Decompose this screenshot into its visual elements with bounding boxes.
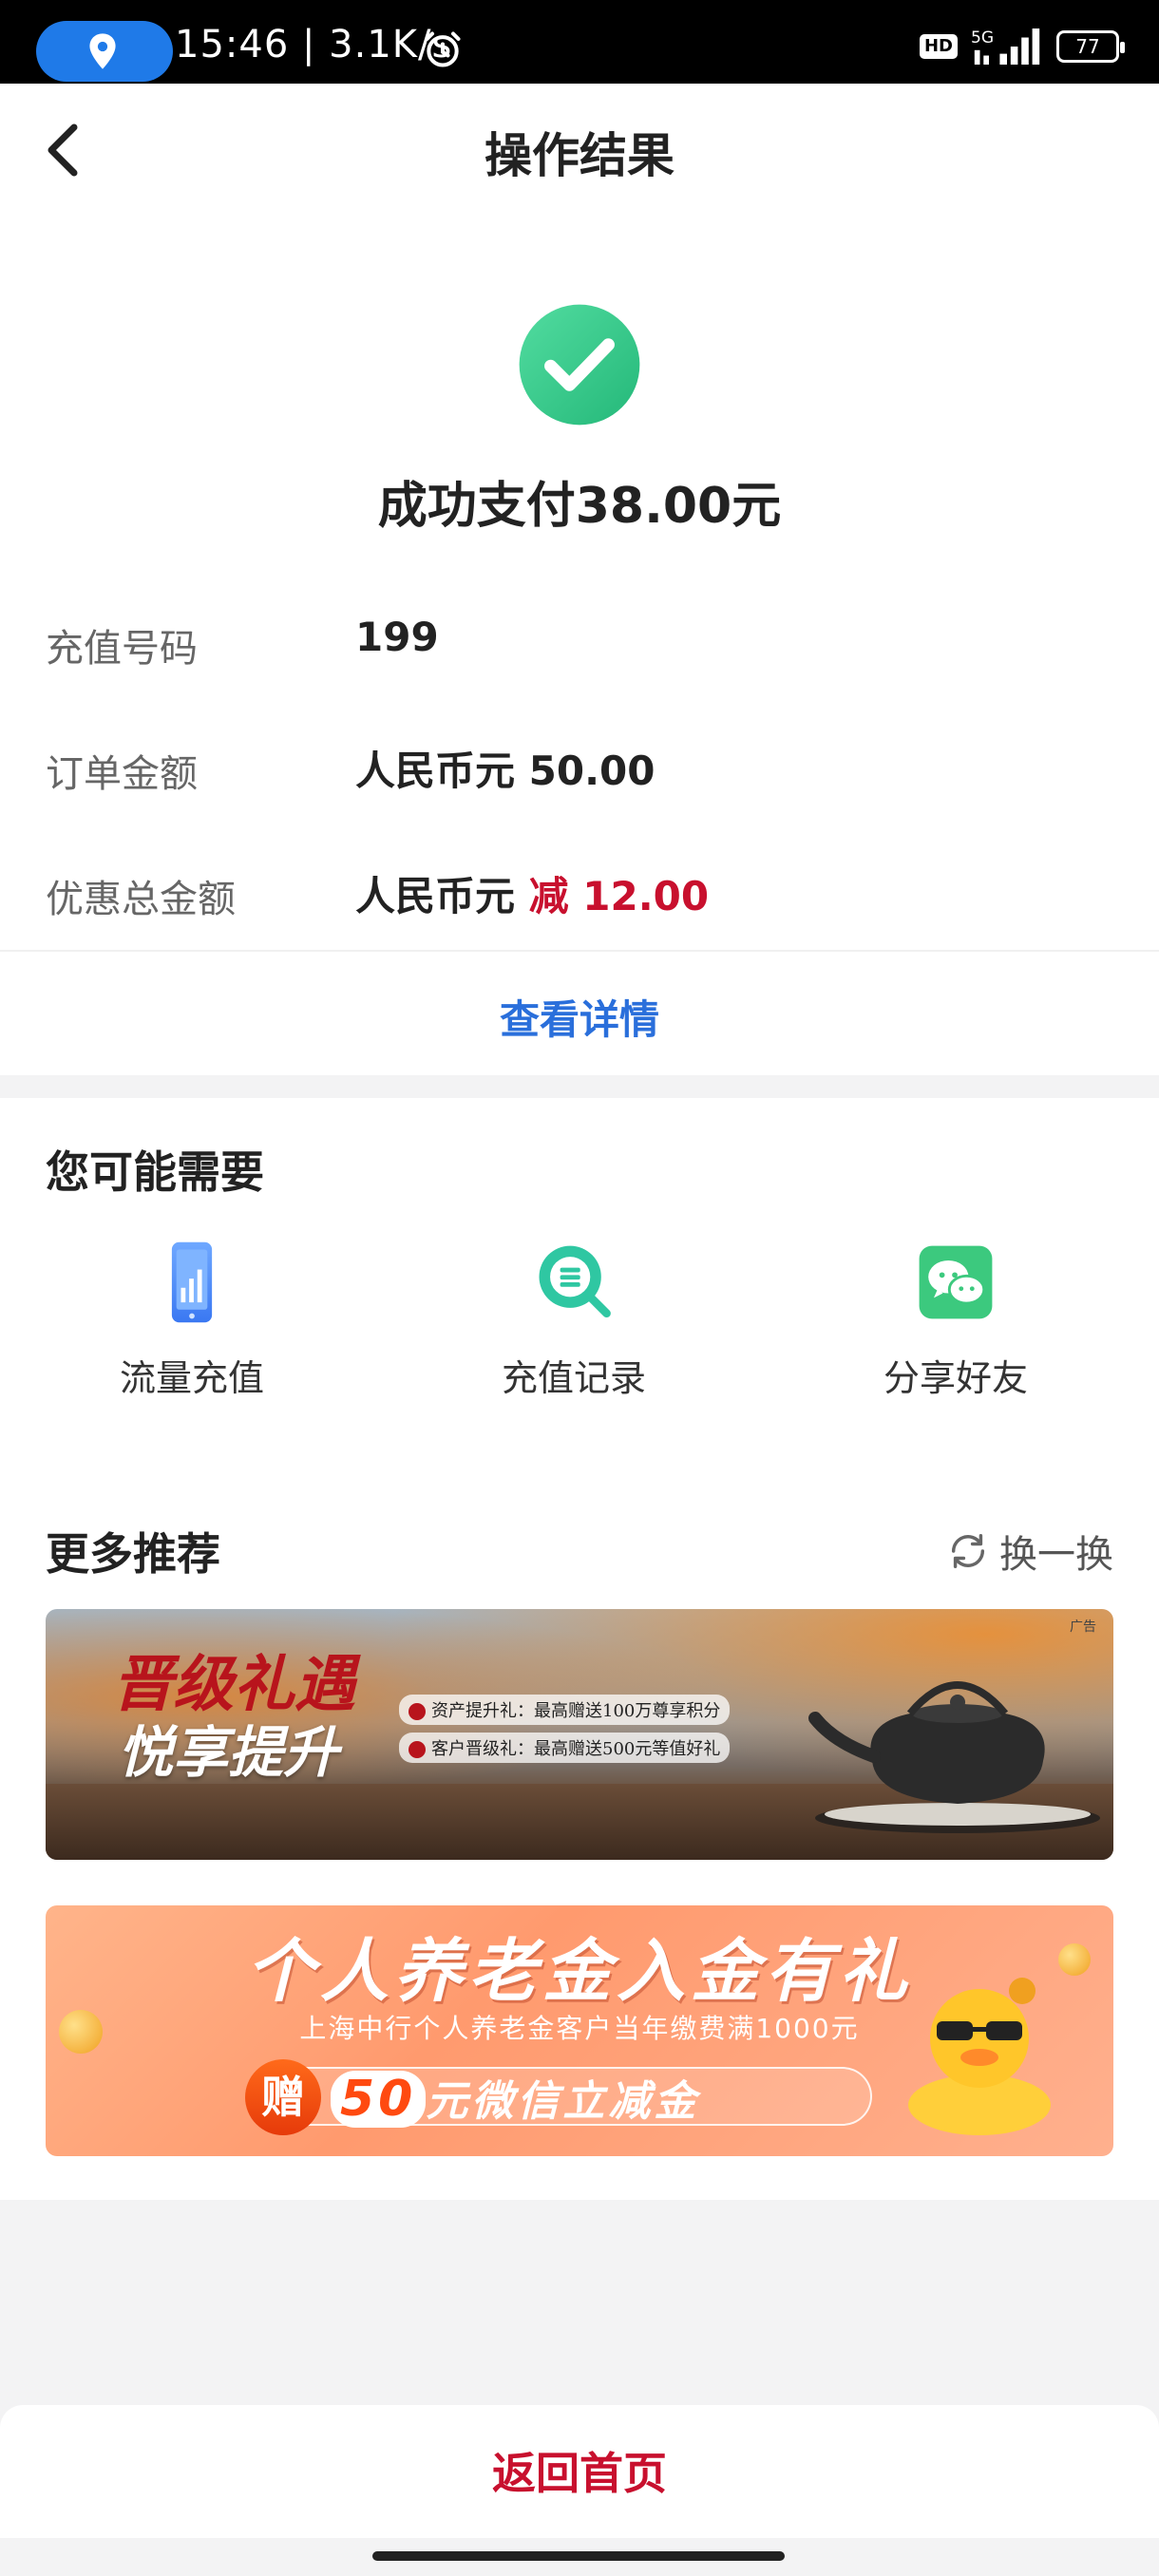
- bottom-bar: 返回首页: [0, 2405, 1159, 2538]
- wechat-icon: [919, 1245, 993, 1319]
- recommendation-section: 您可能需要 流量充值 充值记录 分享好友 更多推荐 换一换 广告 晋级礼遇 悦享…: [0, 1098, 1159, 2200]
- view-details-link[interactable]: 查看详情: [0, 988, 1159, 1046]
- info-label: 订单金额: [46, 752, 198, 796]
- quick-recharge-record[interactable]: 充值记录: [450, 1237, 697, 1408]
- status-time: 15:46 | 3.1K/s: [175, 23, 453, 66]
- phone-data-icon: [171, 1241, 213, 1323]
- banner-line-text: 客户晋级礼：最高赠送500元等值好礼: [431, 1739, 721, 1759]
- info-value: 人民币元 减 12.00: [355, 864, 709, 922]
- discount-currency: 人民币元: [355, 873, 516, 919]
- payment-result-card: 成功支付38.00元 充值号码 199 订单金额 人民币元 50.00 优惠总金…: [0, 209, 1159, 1075]
- quick-label: 流量充值: [119, 1357, 264, 1399]
- page-header: 操作结果: [0, 84, 1159, 209]
- promo-text: 50 元微信立减金: [331, 2067, 699, 2128]
- promo-unit: 元微信立减金: [426, 2077, 700, 2126]
- promo-banner-pension[interactable]: 个人养老金入金有礼 上海中行个人养老金客户当年缴费满1000元 赠 50 元微信立…: [46, 1905, 1113, 2156]
- success-check-icon: [519, 304, 640, 426]
- more-recommend-title: 更多推荐: [46, 1528, 220, 1580]
- refresh-button[interactable]: 换一换: [946, 1524, 1113, 1579]
- quick-data-recharge[interactable]: 流量充值: [68, 1237, 315, 1408]
- info-row-phone: 充值号码 199: [46, 608, 1119, 671]
- battery-icon: 77: [1056, 30, 1125, 63]
- banner-benefit-line: 客户晋级礼：最高赠送500元等值好礼: [399, 1733, 731, 1763]
- quick-share-friends[interactable]: 分享好友: [832, 1237, 1079, 1408]
- alarm-icon: [425, 31, 461, 67]
- teapot-illustration: [808, 1681, 1100, 1833]
- banner-subtitle: 悦享提升: [118, 1720, 339, 1785]
- home-indicator[interactable]: [372, 2551, 785, 2561]
- info-label: 优惠总金额: [46, 878, 236, 921]
- discount-amount: 减 12.00: [528, 873, 710, 919]
- quick-label: 分享好友: [883, 1357, 1028, 1399]
- refresh-label: 换一换: [999, 1533, 1113, 1577]
- banner-line-text: 资产提升礼：最高赠送100万尊享积分: [431, 1701, 721, 1721]
- info-label: 充值号码: [46, 627, 198, 671]
- promo-amount: 50: [331, 2071, 427, 2128]
- status-bar: 15:46 | 3.1K/s HD 5G 77: [0, 0, 1159, 84]
- gift-icon: [408, 1703, 426, 1720]
- quick-label: 充值记录: [501, 1357, 646, 1399]
- payment-success-text: 成功支付38.00元: [377, 478, 782, 535]
- signal-icon: 5G: [971, 28, 1040, 65]
- refresh-icon: [951, 1533, 985, 1569]
- record-search-icon: [539, 1245, 611, 1317]
- page-title: 操作结果: [484, 128, 674, 183]
- location-pin-icon: [89, 33, 116, 69]
- info-value: 人民币元 50.00: [355, 748, 656, 794]
- gift-badge: 赠: [245, 2059, 321, 2135]
- info-row-order-amount: 订单金额 人民币元 50.00: [46, 733, 1119, 796]
- you-may-need-title: 您可能需要: [46, 1146, 264, 1198]
- divider: [0, 950, 1159, 952]
- info-row-discount: 优惠总金额 人民币元 减 12.00: [46, 859, 1119, 921]
- promo-banner-upgrade[interactable]: 广告 晋级礼遇 悦享提升 资产提升礼：最高赠送100万尊享积分 客户晋级礼：最高…: [46, 1609, 1113, 1860]
- status-indicators: HD 5G 77: [919, 28, 1125, 65]
- battery-level: 77: [1075, 35, 1100, 58]
- ad-tag: 广告: [1070, 1619, 1096, 1635]
- hd-badge: HD: [919, 34, 958, 59]
- info-value: 199: [355, 614, 439, 660]
- location-pill[interactable]: [36, 21, 173, 82]
- return-home-button[interactable]: 返回首页: [0, 2439, 1159, 2502]
- svg-text:5G: 5G: [971, 28, 994, 47]
- banner-benefit-line: 资产提升礼：最高赠送100万尊享积分: [399, 1695, 731, 1725]
- mascot-illustration: [908, 1978, 1051, 2135]
- diamond-icon: [408, 1741, 426, 1758]
